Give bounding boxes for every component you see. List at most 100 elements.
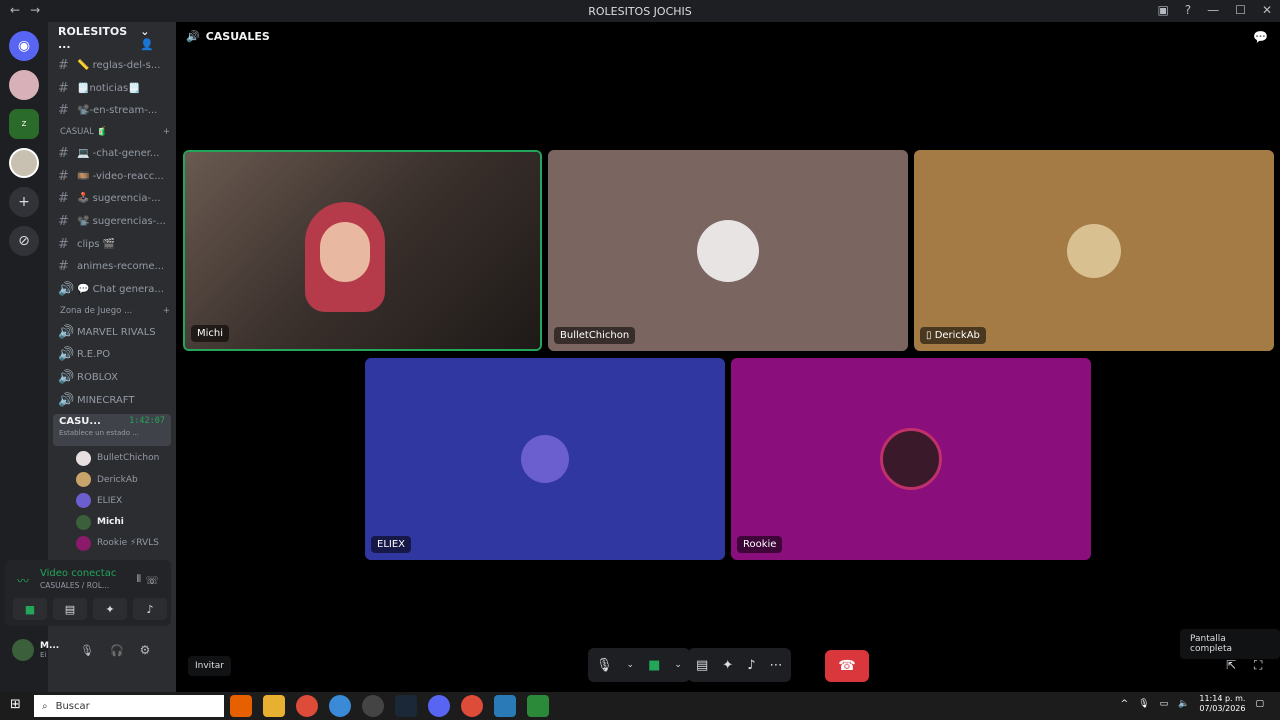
chat-icon[interactable]: 💬 [1253,30,1268,44]
firefox-icon[interactable] [230,695,252,717]
voice-member[interactable]: BulletChichon [48,448,176,469]
channel-label: 📽️-en-stream-... [77,105,158,117]
speaker-icon: 🔊 [58,282,75,298]
channel-item[interactable]: 🔊 MARVEL RIVALS [48,321,176,344]
video-tile-michi[interactable]: Michi [183,150,542,351]
more-icon[interactable]: ⋯ [770,658,783,673]
help-icon[interactable]: ? [1185,3,1191,17]
minimize-icon[interactable]: — [1207,3,1219,17]
hashtag-icon: # [58,191,69,207]
chevron-down-icon[interactable]: ⌄ [674,660,682,670]
voice-member[interactable]: DerickAb [48,469,176,490]
obs-icon[interactable] [362,695,384,717]
channel-item[interactable]: 🔊 MINECRAFT [48,389,176,412]
server-header[interactable]: ROLESITOS ... ⌄ 👤 [48,22,176,54]
participant-avatar [521,435,569,483]
server-name: ROLESITOS ... [58,25,128,51]
steam-icon[interactable] [395,695,417,717]
channel-item[interactable]: # 📽️ sugerencias-... [48,210,176,233]
mic-tray-icon[interactable]: 🎙 [1138,699,1149,709]
leave-call-button[interactable]: ☎ [825,650,869,682]
server-icon-1[interactable] [9,70,39,100]
settings-icon[interactable]: ⚙ [140,643,151,657]
search-icon: ⌕ [42,700,48,712]
channel-item[interactable]: # animes-recome... [48,256,176,279]
server-icon-zomber[interactable]: Z [9,109,39,139]
taskbar-search[interactable]: ⌕ Buscar [34,695,224,717]
activities-icon[interactable]: ✦ [722,658,733,673]
mic-icon[interactable]: 🎙 [596,658,613,673]
soundboard-icon[interactable]: ♪ [747,658,755,673]
disconnect-icon[interactable]: ☏ [145,574,159,587]
channel-label: animes-recome... [77,261,165,273]
channel-item[interactable]: # 🎞️ -video-reacc... [48,165,176,188]
add-channel-icon[interactable]: + [163,127,170,137]
voice-status[interactable]: Video conectac [40,568,116,579]
windows-start-icon[interactable]: ⊞ [10,697,21,712]
volume-icon[interactable]: 🔈 [1178,699,1189,709]
video-tile-derickab[interactable]: ▯ DerickAb [914,150,1274,351]
channel-item[interactable]: # 🕹️ sugerencia-... [48,187,176,210]
participant-name: ▯ DerickAb [920,327,986,344]
app-icon-d[interactable] [494,695,516,717]
active-voice-channel[interactable]: CASU... 1:42:07 Establece un estado ... [53,413,171,446]
network-icon[interactable]: ▭ [1160,699,1169,709]
chrome-icon[interactable] [296,695,318,717]
mic-icon[interactable]: 🎙 [80,644,94,657]
voice-status-text: Establece un estado ... [59,428,139,437]
screen-share-icon[interactable]: ▤ [696,658,708,673]
noise-icon[interactable]: ⦀ [137,574,141,585]
chevron-up-icon[interactable]: ^ [1121,699,1129,709]
channel-item[interactable]: 🔊 💬 Chat genera... [48,278,176,301]
category-header[interactable]: Zona de Juego ... + [48,301,176,321]
category-header[interactable]: CASUAL 🧃 + [48,122,176,142]
voice-member[interactable]: Rookie ⚡RVLS [48,533,176,554]
video-tile-bulletchichon[interactable]: BulletChichon [548,150,908,351]
inbox-icon[interactable]: ▣ [1157,3,1168,17]
channel-item[interactable]: # 💻 -chat-gener... [48,142,176,165]
headset-icon[interactable]: 🎧 [110,644,124,657]
channel-item[interactable]: # 🗒️noticias🗒️ [48,77,176,100]
camera-button[interactable]: ■ [13,598,47,620]
soundboard-button[interactable]: ♪ [133,598,167,620]
popout-icon[interactable]: ⇱ [1226,658,1236,672]
chevron-down-icon[interactable]: ⌄ [627,660,635,670]
app-icon-e[interactable] [527,695,549,717]
maximize-icon[interactable]: ☐ [1235,3,1246,17]
notifications-icon[interactable]: ▢ [1255,699,1264,709]
video-tile-eliex[interactable]: ELIEX [365,358,725,560]
channel-item[interactable]: 🔊 R.E.PO [48,344,176,367]
app-icon-c[interactable] [329,695,351,717]
chrome-icon[interactable] [461,695,483,717]
add-member-icon[interactable]: ⌄ 👤 [140,25,166,51]
invite-button[interactable]: Invitar [188,656,231,676]
av-controls: 🎙 ⌄ ■ ⌄ [588,648,690,682]
voice-panel-buttons: ■ ▤ ✦ ♪ [13,598,167,620]
voice-member[interactable]: ELIEX [48,490,176,511]
file-explorer-icon[interactable] [263,695,285,717]
channel-item[interactable]: # 📽️-en-stream-... [48,99,176,122]
add-server-icon[interactable]: + [9,187,39,217]
voice-member[interactable]: Michi [48,512,176,533]
camera-icon[interactable]: ■ [648,658,660,673]
avatar[interactable] [12,639,34,661]
channel-item[interactable]: # 📏 reglas-del-s... [48,54,176,77]
participant-name: Michi [191,325,230,342]
screen-share-button[interactable]: ▤ [53,598,87,620]
add-channel-icon[interactable]: + [163,306,170,316]
channel-item[interactable]: # clips 🎬 [48,233,176,256]
voice-channel-path[interactable]: CASUALES / ROL... [40,581,109,590]
clock[interactable]: 11:14 p. m. 07/03/2026 [1199,694,1245,714]
fullscreen-tooltip: Pantalla completa [1180,629,1280,659]
hashtag-icon: # [58,236,69,252]
channel-item[interactable]: 🔊 ROBLOX [48,366,176,389]
video-tile-rookie[interactable]: Rookie [731,358,1091,560]
discover-icon[interactable]: ⊘ [9,226,39,256]
discord-home-icon[interactable]: ◉ [9,31,39,61]
fullscreen-icon[interactable]: ⛶ [1254,658,1262,673]
activities-button[interactable]: ✦ [93,598,127,620]
close-icon[interactable]: ✕ [1262,3,1272,17]
server-icon-active[interactable] [9,148,39,178]
channel-label: MINECRAFT [77,394,135,406]
discord-icon[interactable] [428,695,450,717]
